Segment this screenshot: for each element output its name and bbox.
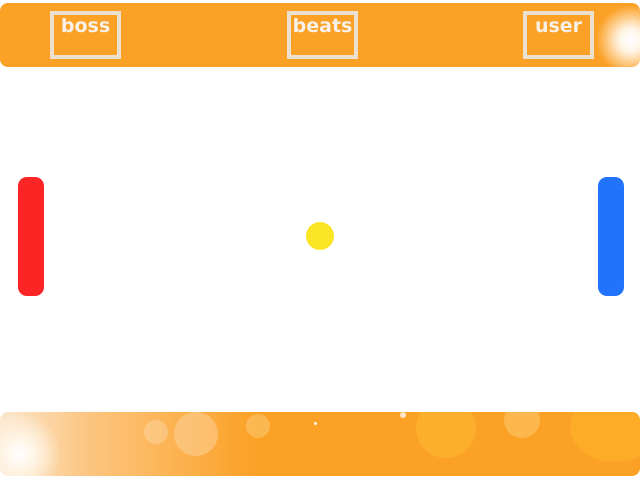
game-stage: boss beats user — [0, 0, 640, 480]
top-scoreboard-bar: boss beats user — [0, 3, 640, 67]
user-label: user — [534, 15, 583, 37]
boss-paddle — [18, 177, 44, 296]
user-paddle[interactable] — [598, 177, 624, 296]
user-label-box[interactable]: user — [523, 11, 594, 59]
bokeh-sparkle — [400, 412, 406, 418]
beats-label-box[interactable]: beats — [287, 11, 358, 59]
boss-label: boss — [60, 15, 111, 37]
bokeh-light — [144, 420, 168, 444]
boss-label-box[interactable]: boss — [50, 11, 121, 59]
lens-glare — [596, 5, 640, 67]
beats-label: beats — [292, 15, 353, 37]
bokeh-light — [246, 414, 270, 438]
bokeh-light — [504, 412, 540, 438]
bokeh-light — [174, 412, 218, 456]
bokeh-light — [416, 412, 476, 458]
bottom-decor-bar — [0, 412, 640, 476]
lens-glare-left — [0, 414, 64, 476]
bokeh-light — [570, 412, 640, 462]
ball — [306, 222, 334, 250]
bokeh-sparkle — [314, 422, 317, 425]
